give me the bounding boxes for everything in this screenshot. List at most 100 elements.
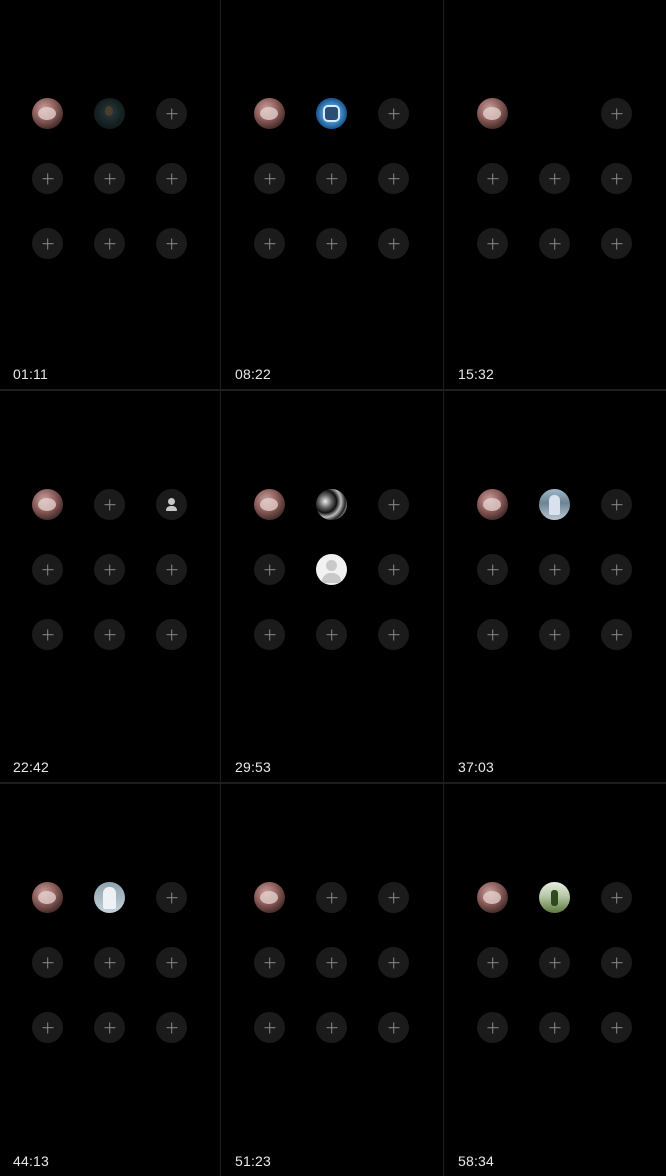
participant-slots — [477, 882, 633, 1044]
add-participant-button[interactable] — [601, 489, 632, 520]
self-avatar — [32, 98, 63, 129]
add-participant-button[interactable] — [254, 228, 285, 259]
add-participant-button[interactable] — [378, 619, 409, 650]
add-participant-button[interactable] — [316, 882, 347, 913]
add-participant-button[interactable] — [539, 554, 570, 585]
person-icon — [156, 489, 187, 520]
participant-slots — [32, 489, 188, 651]
add-participant-button[interactable] — [94, 489, 125, 520]
frame-panel-2: 08:22 — [221, 0, 443, 389]
add-participant-button[interactable] — [477, 554, 508, 585]
add-participant-button[interactable] — [378, 489, 409, 520]
add-participant-button[interactable] — [254, 554, 285, 585]
add-participant-button[interactable] — [316, 228, 347, 259]
add-participant-button[interactable] — [601, 1012, 632, 1043]
frame-timestamp: 22:42 — [13, 759, 50, 775]
participant-slots — [254, 489, 410, 651]
add-participant-button[interactable] — [94, 554, 125, 585]
add-participant-button[interactable] — [156, 163, 187, 194]
add-participant-button[interactable] — [32, 947, 63, 978]
frame-panel-3: 15:32 — [444, 0, 666, 389]
add-participant-button[interactable] — [539, 1012, 570, 1043]
frame-timestamp: 15:32 — [458, 366, 495, 382]
add-participant-button[interactable] — [477, 619, 508, 650]
frame-timestamp: 29:53 — [235, 759, 272, 775]
frame-panel-4: 22:42 — [0, 391, 220, 782]
self-avatar — [477, 489, 508, 520]
add-participant-button[interactable] — [156, 554, 187, 585]
add-participant-button[interactable] — [156, 228, 187, 259]
add-participant-button[interactable] — [156, 619, 187, 650]
add-participant-button[interactable] — [94, 163, 125, 194]
add-participant-button[interactable] — [32, 554, 63, 585]
add-participant-button[interactable] — [601, 554, 632, 585]
add-participant-button[interactable] — [601, 947, 632, 978]
add-participant-button[interactable] — [156, 98, 187, 129]
add-participant-button[interactable] — [378, 554, 409, 585]
frame-panel-5: 29:53 — [221, 391, 443, 782]
self-avatar — [32, 489, 63, 520]
frame-panel-1: 01:11 — [0, 0, 220, 389]
add-participant-button[interactable] — [601, 163, 632, 194]
add-participant-button[interactable] — [156, 1012, 187, 1043]
add-participant-button[interactable] — [378, 947, 409, 978]
add-participant-button[interactable] — [94, 1012, 125, 1043]
add-participant-button[interactable] — [32, 163, 63, 194]
add-participant-button[interactable] — [156, 947, 187, 978]
add-participant-button[interactable] — [316, 1012, 347, 1043]
add-participant-button[interactable] — [94, 228, 125, 259]
add-participant-button[interactable] — [601, 98, 632, 129]
add-participant-button[interactable] — [32, 619, 63, 650]
add-participant-button[interactable] — [32, 228, 63, 259]
frame-timestamp: 37:03 — [458, 759, 495, 775]
add-participant-button[interactable] — [378, 98, 409, 129]
add-participant-button[interactable] — [601, 228, 632, 259]
add-participant-button[interactable] — [32, 1012, 63, 1043]
add-participant-button[interactable] — [601, 619, 632, 650]
default-avatar-icon — [316, 554, 347, 585]
add-participant-button[interactable] — [156, 882, 187, 913]
self-avatar — [477, 882, 508, 913]
add-participant-button[interactable] — [539, 947, 570, 978]
add-participant-button[interactable] — [601, 882, 632, 913]
add-participant-button[interactable] — [378, 882, 409, 913]
add-participant-button[interactable] — [378, 1012, 409, 1043]
frame-panel-8: 51:23 — [221, 784, 443, 1176]
add-participant-button[interactable] — [254, 947, 285, 978]
add-participant-button[interactable] — [477, 1012, 508, 1043]
add-participant-button[interactable] — [316, 163, 347, 194]
add-participant-button[interactable] — [477, 228, 508, 259]
self-avatar — [477, 98, 508, 129]
frame-timestamp: 58:34 — [458, 1153, 495, 1169]
add-participant-button[interactable] — [539, 619, 570, 650]
participant-avatar — [539, 489, 570, 520]
add-participant-button[interactable] — [539, 163, 570, 194]
participant-avatar — [316, 98, 347, 129]
frame-panel-7: 44:13 — [0, 784, 220, 1176]
add-participant-button[interactable] — [254, 619, 285, 650]
add-participant-button[interactable] — [316, 947, 347, 978]
self-avatar — [254, 882, 285, 913]
add-participant-button[interactable] — [316, 619, 347, 650]
frame-timestamp: 51:23 — [235, 1153, 272, 1169]
self-avatar — [254, 98, 285, 129]
participant-slots — [477, 489, 633, 651]
participant-slots — [32, 98, 188, 260]
add-participant-button[interactable] — [477, 947, 508, 978]
add-participant-button[interactable] — [94, 947, 125, 978]
add-participant-button[interactable] — [254, 1012, 285, 1043]
participant-slots — [32, 882, 188, 1044]
add-participant-button[interactable] — [254, 163, 285, 194]
participant-avatar — [94, 98, 125, 129]
add-participant-button[interactable] — [378, 228, 409, 259]
add-participant-button[interactable] — [539, 228, 570, 259]
participant-slots — [254, 98, 410, 260]
frame-panel-6: 37:03 — [444, 391, 666, 782]
participant-avatar — [94, 882, 125, 913]
frame-timestamp: 08:22 — [235, 366, 272, 382]
frame-panel-9: 58:34 — [444, 784, 666, 1176]
add-participant-button[interactable] — [477, 163, 508, 194]
participant-slots — [477, 98, 633, 260]
add-participant-button[interactable] — [378, 163, 409, 194]
add-participant-button[interactable] — [94, 619, 125, 650]
